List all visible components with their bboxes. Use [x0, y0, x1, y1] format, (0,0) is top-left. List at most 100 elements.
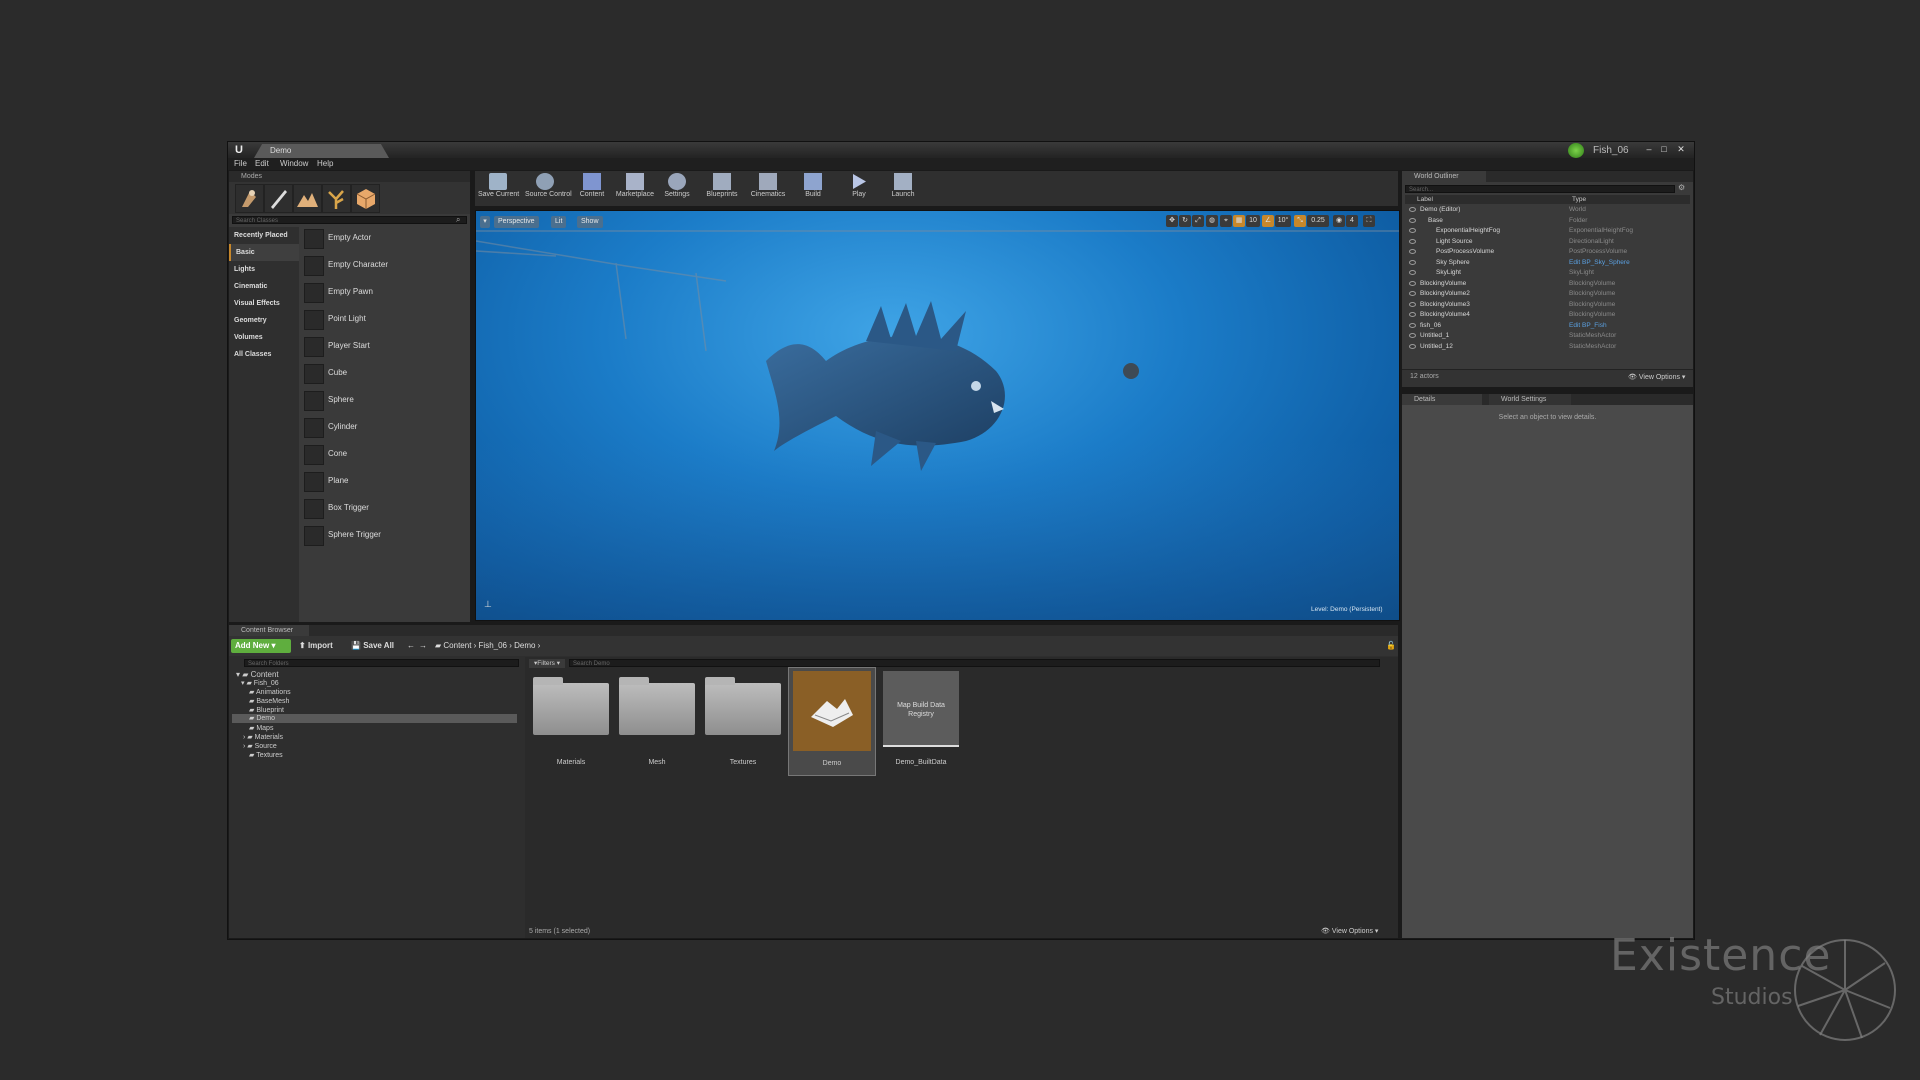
category-visual-effects[interactable]: Visual Effects [229, 295, 299, 312]
search-assets-input[interactable]: Search Demo [569, 659, 1380, 667]
category-recently-placed[interactable]: Recently Placed [229, 227, 299, 244]
foliage-mode-icon[interactable] [322, 184, 351, 213]
cinematics-button[interactable]: Cinematics [748, 173, 788, 201]
add-new-button[interactable]: Add New ▾ [231, 639, 291, 653]
breadcrumb-fish06[interactable]: Fish_06 [479, 641, 507, 650]
close-icon[interactable]: ✕ [1674, 143, 1688, 155]
save-current-button[interactable]: Save Current [478, 173, 519, 201]
viewport-options-chevron-icon[interactable]: ▾ [480, 216, 490, 228]
outliner-row[interactable]: Untitled_1 StaticMeshActor [1406, 331, 1688, 341]
level-document-tab[interactable]: Demo [254, 144, 389, 158]
visibility-eye-icon[interactable] [1409, 249, 1416, 254]
outliner-row[interactable]: fish_06 Edit BP_Fish [1406, 321, 1688, 331]
visibility-eye-icon[interactable] [1409, 280, 1416, 286]
tree-basemesh[interactable]: ▰ BaseMesh [249, 697, 289, 706]
import-button[interactable]: ⬆ Import [299, 639, 333, 653]
minimize-icon[interactable]: – [1642, 143, 1656, 155]
scale-tool-icon[interactable]: ⤢ [1192, 215, 1204, 227]
world-settings-tab[interactable]: World Settings [1489, 394, 1571, 405]
menu-edit[interactable]: Edit [255, 158, 269, 170]
category-cinematic[interactable]: Cinematic [229, 278, 299, 295]
lock-icon[interactable]: 🔓 [1386, 639, 1396, 653]
build-button[interactable]: Build [793, 173, 833, 201]
scale-snap-value[interactable]: 0.25 [1307, 215, 1329, 227]
tree-animations[interactable]: ▰ Animations [249, 688, 291, 697]
tree-source[interactable]: › ▰ Source [243, 742, 277, 751]
launch-button[interactable]: Launch [883, 173, 923, 201]
scale-snap-icon[interactable]: ⤡ [1294, 215, 1306, 227]
asset-textures-folder[interactable]: Textures [703, 669, 783, 773]
perspective-button[interactable]: Perspective [494, 216, 539, 228]
visibility-eye-icon[interactable] [1409, 291, 1416, 296]
outliner-row[interactable]: Base Folder [1406, 216, 1688, 226]
outliner-row[interactable]: ExponentialHeightFog ExponentialHeightFog [1406, 226, 1688, 236]
outliner-row[interactable]: Light Source DirectionalLight [1406, 237, 1688, 247]
asset-view-options[interactable]: 👁 View Options ▾ [1321, 927, 1378, 935]
filters-button[interactable]: ▾Filters ▾ [529, 659, 565, 668]
outliner-row[interactable]: SkyLight SkyLight [1406, 268, 1688, 278]
column-type[interactable]: Type [1572, 195, 1586, 204]
tree-textures[interactable]: ▰ Textures [249, 751, 283, 760]
breadcrumb-content[interactable]: Content [443, 641, 471, 650]
tree-demo[interactable]: ▰ Demo [232, 714, 517, 723]
outliner-row[interactable]: PostProcessVolume PostProcessVolume [1406, 247, 1688, 257]
rotate-tool-icon[interactable]: ↻ [1179, 215, 1191, 227]
outliner-row[interactable]: BlockingVolume3 BlockingVolume [1406, 300, 1688, 310]
grid-snap-value[interactable]: 10 [1246, 215, 1260, 227]
landscape-mode-icon[interactable] [293, 184, 322, 213]
show-button[interactable]: Show [577, 216, 603, 228]
category-lights[interactable]: Lights [229, 261, 299, 278]
paint-mode-icon[interactable] [264, 184, 293, 213]
content-button[interactable]: Content [572, 173, 612, 201]
visibility-eye-icon[interactable] [1409, 322, 1416, 328]
search-folders-input[interactable]: Search Folders [244, 659, 519, 667]
column-label[interactable]: Label [1417, 195, 1433, 204]
outliner-settings-icon[interactable]: ⚙ [1678, 183, 1685, 192]
camera-speed-icon[interactable]: ◉ [1333, 215, 1345, 227]
outliner-row[interactable]: Sky Sphere Edit BP_Sky_Sphere [1406, 258, 1688, 268]
surface-snap-icon[interactable]: ⌖ [1220, 215, 1232, 227]
rotation-snap-value[interactable]: 10° [1275, 215, 1291, 227]
outliner-row[interactable]: BlockingVolume BlockingVolume [1406, 279, 1688, 289]
menu-file[interactable]: File [234, 158, 247, 170]
forward-arrow-icon[interactable]: → [419, 639, 427, 653]
outliner-search-input[interactable]: Search... [1405, 185, 1675, 193]
visibility-eye-icon[interactable] [1409, 343, 1416, 349]
visibility-eye-icon[interactable] [1409, 270, 1416, 275]
visibility-eye-icon[interactable] [1409, 259, 1416, 265]
outliner-row[interactable]: Untitled_12 StaticMeshActor [1406, 342, 1688, 352]
save-all-button[interactable]: 💾 Save All [351, 639, 394, 653]
lit-button[interactable]: Lit [551, 216, 567, 228]
category-all-classes[interactable]: All Classes [229, 346, 299, 363]
visibility-eye-icon[interactable] [1409, 217, 1416, 223]
grid-snap-icon[interactable]: ▦ [1233, 215, 1245, 227]
asset-demo-builtdata[interactable]: Map Build Data Registry Demo_BuiltData [881, 669, 961, 773]
world-space-icon[interactable]: ◍ [1206, 215, 1218, 227]
visibility-eye-icon[interactable] [1409, 312, 1416, 317]
breadcrumb-demo[interactable]: Demo [514, 641, 535, 650]
category-geometry[interactable]: Geometry [229, 312, 299, 329]
outliner-view-options[interactable]: 👁 View Options ▾ [1628, 373, 1685, 381]
tree-maps[interactable]: ▰ Maps [249, 724, 273, 733]
play-button[interactable]: Play [839, 173, 879, 201]
menu-window[interactable]: Window [280, 158, 308, 170]
content-browser-tab[interactable]: Content Browser [229, 625, 309, 636]
category-basic[interactable]: Basic [229, 244, 299, 261]
menu-help[interactable]: Help [317, 158, 333, 170]
visibility-eye-icon[interactable] [1409, 207, 1416, 212]
place-mode-icon[interactable] [235, 184, 264, 213]
tree-content[interactable]: ▾ ▰ Content [236, 670, 279, 679]
blueprints-button[interactable]: Blueprints [702, 173, 742, 201]
search-classes-input[interactable]: Search Classes [232, 216, 467, 224]
asset-materials-folder[interactable]: Materials [531, 669, 611, 773]
tree-fish06[interactable]: ▾ ▰ Fish_06 [241, 679, 279, 688]
marketplace-button[interactable]: Marketplace [615, 173, 655, 201]
world-outliner-tab[interactable]: World Outliner [1402, 171, 1486, 182]
visibility-eye-icon[interactable] [1409, 333, 1416, 338]
outliner-row-edit-link[interactable]: Edit BP_Sky_Sphere [1569, 258, 1630, 268]
asset-demo-level[interactable]: Demo [788, 667, 876, 776]
asset-mesh-folder[interactable]: Mesh [617, 669, 697, 773]
visibility-eye-icon[interactable] [1409, 238, 1416, 244]
visibility-eye-icon[interactable] [1409, 228, 1416, 233]
modes-tab[interactable]: Modes [229, 171, 470, 182]
